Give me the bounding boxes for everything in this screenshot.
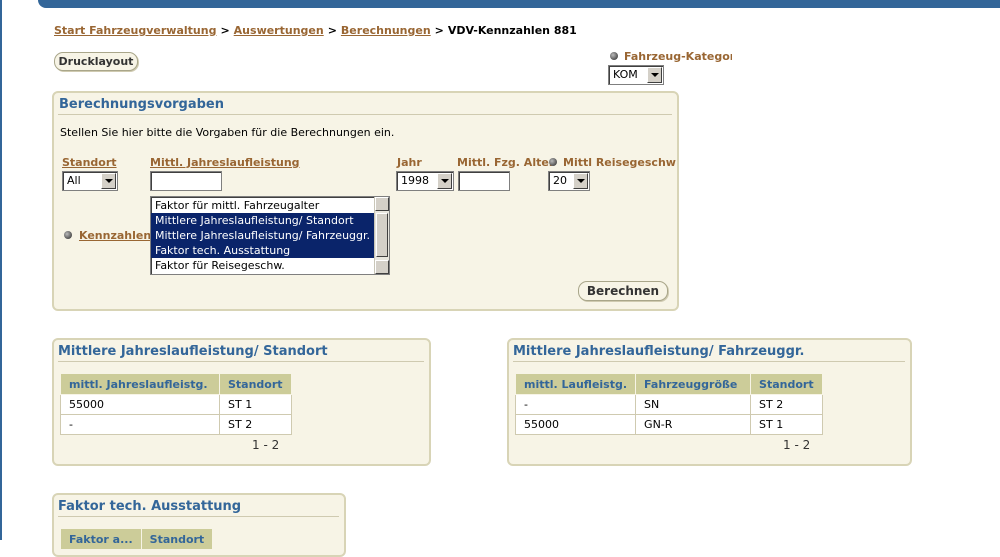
pagination-info: 1 - 2 <box>252 438 280 452</box>
bullet-icon <box>64 231 72 239</box>
vehicle-category-value: KOM <box>613 68 638 81</box>
scroll-down-icon[interactable] <box>375 260 389 274</box>
top-bar-accent <box>38 0 1000 8</box>
column-header[interactable]: mittl. Jahreslaufleistg. <box>60 373 220 395</box>
column-header[interactable]: Fahrzeuggröße <box>635 373 752 395</box>
result-table-ausstattung: Faktor a... Standort <box>60 528 214 550</box>
table-cell: GN-R <box>635 414 752 435</box>
result-table-fahrzeuggr: mittl. Laufleistg. Fahrzeuggröße Standor… <box>514 373 823 435</box>
jahr-value: 1998 <box>401 174 429 187</box>
table-cell: 55000 <box>514 414 637 435</box>
vehicle-category-label: Fahrzeug-Kategorie <box>624 50 732 63</box>
scroll-up-icon[interactable] <box>375 197 389 211</box>
breadcrumb: Start Fahrzeugverwaltung > Auswertungen > Be… <box>54 24 577 37</box>
breadcrumb-current: VDV-Kennzahlen 881 <box>447 24 577 37</box>
column-header[interactable]: Faktor a... <box>60 528 142 550</box>
standort-label: Standort <box>62 156 117 169</box>
panel-title: Berechnungsvorgaben <box>59 97 224 112</box>
result-table-standort: mittl. Jahreslaufleistg. Standort 55000 … <box>60 373 292 435</box>
breadcrumb-link-start[interactable]: Start Fahrzeugverwaltung <box>54 24 216 37</box>
listbox-option[interactable]: Mittlere Jahreslaufleistung/ Standort <box>151 213 374 228</box>
table-row: - SN ST 2 <box>514 394 823 415</box>
listbox-option[interactable]: Faktor für mittl. Fahrzeugalter <box>151 198 374 213</box>
standort-select[interactable]: All <box>62 171 118 191</box>
table-cell: - <box>60 414 220 435</box>
jahr-label: Jahr <box>397 156 422 169</box>
instruction-text: Stellen Sie hier bitte die Vorgaben für … <box>60 126 395 139</box>
jahreslaufleistung-label: Mittl. Jahreslaufleistung <box>150 156 300 169</box>
listbox-scrollbar[interactable] <box>374 197 389 274</box>
table-cell: ST 1 <box>219 394 292 415</box>
chevron-down-icon[interactable] <box>437 173 452 189</box>
jahreslaufleistung-input[interactable] <box>150 171 222 191</box>
scrollbar-thumb[interactable] <box>376 213 388 257</box>
table-cell: SN <box>635 394 752 415</box>
divider <box>58 516 339 517</box>
listbox-option[interactable]: Faktor tech. Ausstattung <box>151 243 374 258</box>
kennzahlen-label: Kennzahlen <box>79 229 152 242</box>
table-row: - ST 2 <box>60 414 292 435</box>
table-cell: ST 2 <box>750 394 823 415</box>
column-header[interactable]: mittl. Laufleistg. <box>514 373 637 395</box>
kennzahlen-listbox[interactable]: Faktor für mittl. Fahrzeugalter Mittlere… <box>150 196 390 275</box>
divider <box>58 361 424 362</box>
pagination-info: 1 - 2 <box>783 438 811 452</box>
panel-title: Mittlere Jahreslaufleistung/ Standort <box>58 344 328 359</box>
table-cell: ST 1 <box>750 414 823 435</box>
listbox-options: Faktor für mittl. Fahrzeugalter Mittlere… <box>151 198 374 273</box>
bullet-icon <box>610 52 618 60</box>
breadcrumb-link-auswertungen[interactable]: Auswertungen <box>234 24 324 37</box>
panel-title: Mittlere Jahreslaufleistung/ Fahrzeuggr. <box>513 344 805 359</box>
divider <box>513 361 905 362</box>
reisegeschw-value: 20 <box>553 174 567 187</box>
breadcrumb-separator: > <box>327 24 337 37</box>
chevron-down-icon[interactable] <box>101 173 116 189</box>
left-border <box>0 0 2 540</box>
standort-value: All <box>67 174 81 187</box>
reisegeschw-select[interactable]: 20 <box>548 171 590 191</box>
calculate-button[interactable]: Berechnen <box>578 281 668 301</box>
listbox-option[interactable]: Mittlere Jahreslaufleistung/ Fahrzeuggr. <box>151 228 374 243</box>
column-header[interactable]: Standort <box>219 373 292 395</box>
breadcrumb-separator: > <box>434 24 444 37</box>
table-row: 55000 ST 1 <box>60 394 292 415</box>
vehicle-category-select[interactable]: KOM <box>608 65 664 85</box>
fzg-alter-input[interactable] <box>458 171 510 191</box>
chevron-down-icon[interactable] <box>647 67 662 83</box>
bullet-icon <box>549 158 557 166</box>
column-header[interactable]: Standort <box>750 373 823 395</box>
print-layout-button[interactable]: Drucklayout <box>54 52 138 71</box>
listbox-option[interactable]: Faktor für Reisegeschw. <box>151 258 374 273</box>
column-header[interactable]: Standort <box>140 528 214 550</box>
fzg-alter-label: Mittl. Fzg. Alter <box>457 156 555 169</box>
table-cell: ST 2 <box>219 414 292 435</box>
panel-title: Faktor tech. Ausstattung <box>58 499 242 514</box>
chevron-down-icon[interactable] <box>573 173 588 189</box>
jahr-select[interactable]: 1998 <box>396 171 454 191</box>
divider <box>58 114 672 115</box>
table-row: 55000 GN-R ST 1 <box>514 414 823 435</box>
table-cell: - <box>514 394 637 415</box>
breadcrumb-separator: > <box>220 24 230 37</box>
breadcrumb-link-berechnungen[interactable]: Berechnungen <box>341 24 431 37</box>
table-cell: 55000 <box>60 394 220 415</box>
reisegeschw-label: Mittl Reisegeschw <box>563 156 676 169</box>
